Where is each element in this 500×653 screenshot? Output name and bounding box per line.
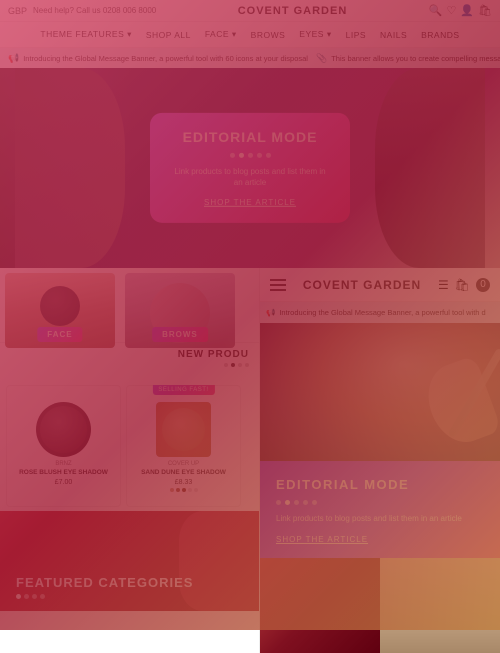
right-thumb-bg-1 [260,558,380,653]
right-thumb-1[interactable] [260,558,380,653]
right-thumbs [260,558,500,653]
right-column: COVENT GARDEN ☰ 🛍 0 📢 Introducing the Gl… [260,268,500,653]
main-area: FACE BROWS NEW PRODU [0,268,500,653]
thumb1-overlay [260,558,380,630]
